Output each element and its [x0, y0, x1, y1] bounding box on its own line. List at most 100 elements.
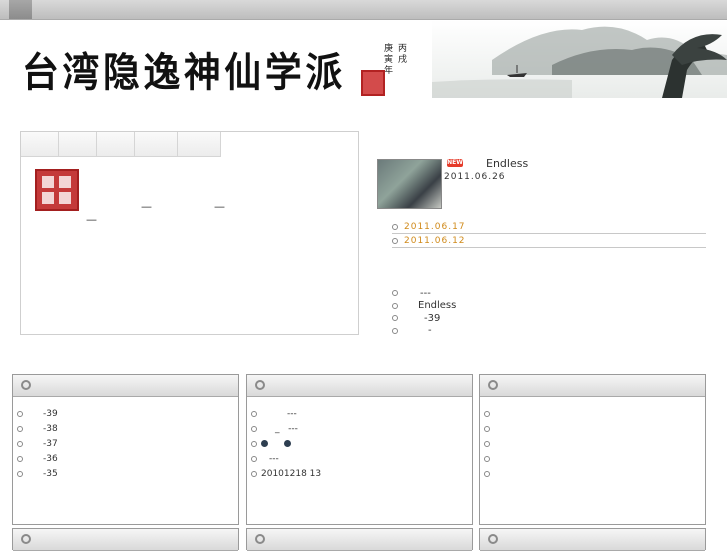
list-item-label: -35	[43, 468, 58, 479]
bullet-icon	[484, 410, 490, 417]
banner-inscription: 庚寅年	[384, 44, 394, 76]
bullet-icon	[484, 455, 490, 462]
panel-tab-1[interactable]	[21, 132, 59, 157]
box-header	[480, 529, 705, 551]
top-bar	[0, 0, 727, 20]
panel-tab-2[interactable]	[59, 132, 97, 157]
list-item[interactable]	[480, 436, 705, 451]
ring-icon	[488, 534, 498, 544]
box-header	[247, 375, 472, 397]
list-item[interactable]: 2011.06.12	[392, 235, 706, 248]
list-item-label: 20101218 13	[261, 468, 322, 479]
list-item[interactable]: ---	[247, 406, 472, 421]
news-date: 2011.06.17	[404, 222, 466, 232]
bullet-icon	[17, 470, 23, 477]
left-panel: — — —	[20, 131, 359, 335]
bullet-icon	[251, 470, 257, 477]
list-item[interactable]: -38	[13, 421, 238, 436]
content-box-5	[246, 528, 473, 551]
list-item-label: -36	[43, 453, 58, 464]
box-header	[13, 529, 238, 551]
site-title: 台湾隐逸神仙学派	[22, 49, 346, 96]
bullet-icon	[392, 224, 398, 230]
top-bar-tab[interactable]	[9, 0, 32, 19]
bullet-icon	[484, 470, 490, 477]
bullet-icon	[17, 455, 23, 462]
bullet-icon	[251, 440, 257, 447]
list-item[interactable]: _ ---	[247, 421, 472, 436]
ring-icon	[488, 380, 498, 390]
list-item[interactable]: -37	[13, 436, 238, 451]
content-box-6	[479, 528, 706, 551]
bullet-icon	[392, 315, 398, 322]
red-seal-icon	[35, 169, 79, 211]
bullet-icon	[392, 327, 398, 334]
link-label: ---	[420, 287, 431, 299]
ring-icon	[255, 380, 265, 390]
bullet-icon	[484, 440, 490, 447]
box-header	[480, 375, 705, 397]
bullet-icon	[17, 425, 23, 432]
dated-news-list: 2011.06.17 2011.06.12	[392, 221, 706, 249]
link-label: -39	[424, 312, 441, 324]
list-item[interactable]: -	[392, 325, 592, 338]
bullet-icon	[251, 455, 257, 462]
content-box-4	[12, 528, 239, 551]
news-headline[interactable]: Endless	[486, 157, 528, 170]
list-item[interactable]	[480, 451, 705, 466]
dash-separator: —	[86, 213, 97, 226]
list-item[interactable]: -39	[392, 312, 592, 325]
news-headline-date: 2011.06.26	[444, 172, 506, 182]
link-label: -	[428, 325, 432, 337]
site-banner: 台湾隐逸神仙学派 庚寅年 丙戌	[0, 20, 727, 98]
dash-separator: —	[141, 200, 152, 213]
panel-tab-4[interactable]	[135, 132, 178, 157]
list-item[interactable]	[480, 406, 705, 421]
panel-tabs	[21, 132, 221, 157]
content-box-3	[479, 374, 706, 525]
bullet-icon	[484, 425, 490, 432]
bullet-icon	[251, 410, 257, 417]
new-badge: NEW	[447, 159, 463, 167]
list-item-label: -38	[43, 423, 58, 434]
list-item-label: ---	[269, 453, 279, 464]
news-thumbnail[interactable]	[377, 159, 442, 209]
landscape-painting	[432, 20, 727, 98]
list-item[interactable]: -36	[13, 451, 238, 466]
list-item-label: ---	[287, 408, 297, 419]
bullet-icon	[392, 290, 398, 297]
list-item[interactable]: 20101218 13	[247, 466, 472, 481]
link-list: --- Endless -39 -	[392, 287, 592, 337]
dash-separator: —	[214, 200, 225, 213]
list-item[interactable]: 2011.06.17	[392, 221, 706, 234]
list-item[interactable]: ---	[247, 451, 472, 466]
bullet-icon	[251, 425, 257, 432]
list-item-label: -39	[43, 408, 58, 419]
ring-icon	[21, 380, 31, 390]
content-box-1: -39 -38 -37 -36 -35	[12, 374, 239, 525]
panel-tab-3[interactable]	[97, 132, 135, 157]
content-box-2: --- _ --- --- 20101218 13	[246, 374, 473, 525]
list-item[interactable]	[247, 436, 472, 451]
list-item-label: _ ---	[275, 423, 298, 434]
dot-icon	[284, 440, 291, 447]
banner-inscription-2: 丙戌	[398, 44, 408, 65]
list-item[interactable]: -39	[13, 406, 238, 421]
bullet-icon	[17, 410, 23, 417]
bullet-icon	[17, 440, 23, 447]
list-item[interactable]: -35	[13, 466, 238, 481]
bullet-icon	[392, 238, 398, 244]
list-item[interactable]: ---	[392, 287, 592, 300]
list-item[interactable]	[480, 466, 705, 481]
list-item[interactable]	[480, 421, 705, 436]
red-seal-icon	[361, 70, 385, 96]
list-item-label: -37	[43, 438, 58, 449]
list-item[interactable]: Endless	[392, 300, 592, 313]
panel-tab-5[interactable]	[178, 132, 221, 157]
dot-icon	[261, 440, 268, 447]
box-header	[13, 375, 238, 397]
box-header	[247, 529, 472, 551]
bullet-icon	[392, 302, 398, 309]
ring-icon	[21, 534, 31, 544]
news-date: 2011.06.12	[404, 236, 466, 246]
